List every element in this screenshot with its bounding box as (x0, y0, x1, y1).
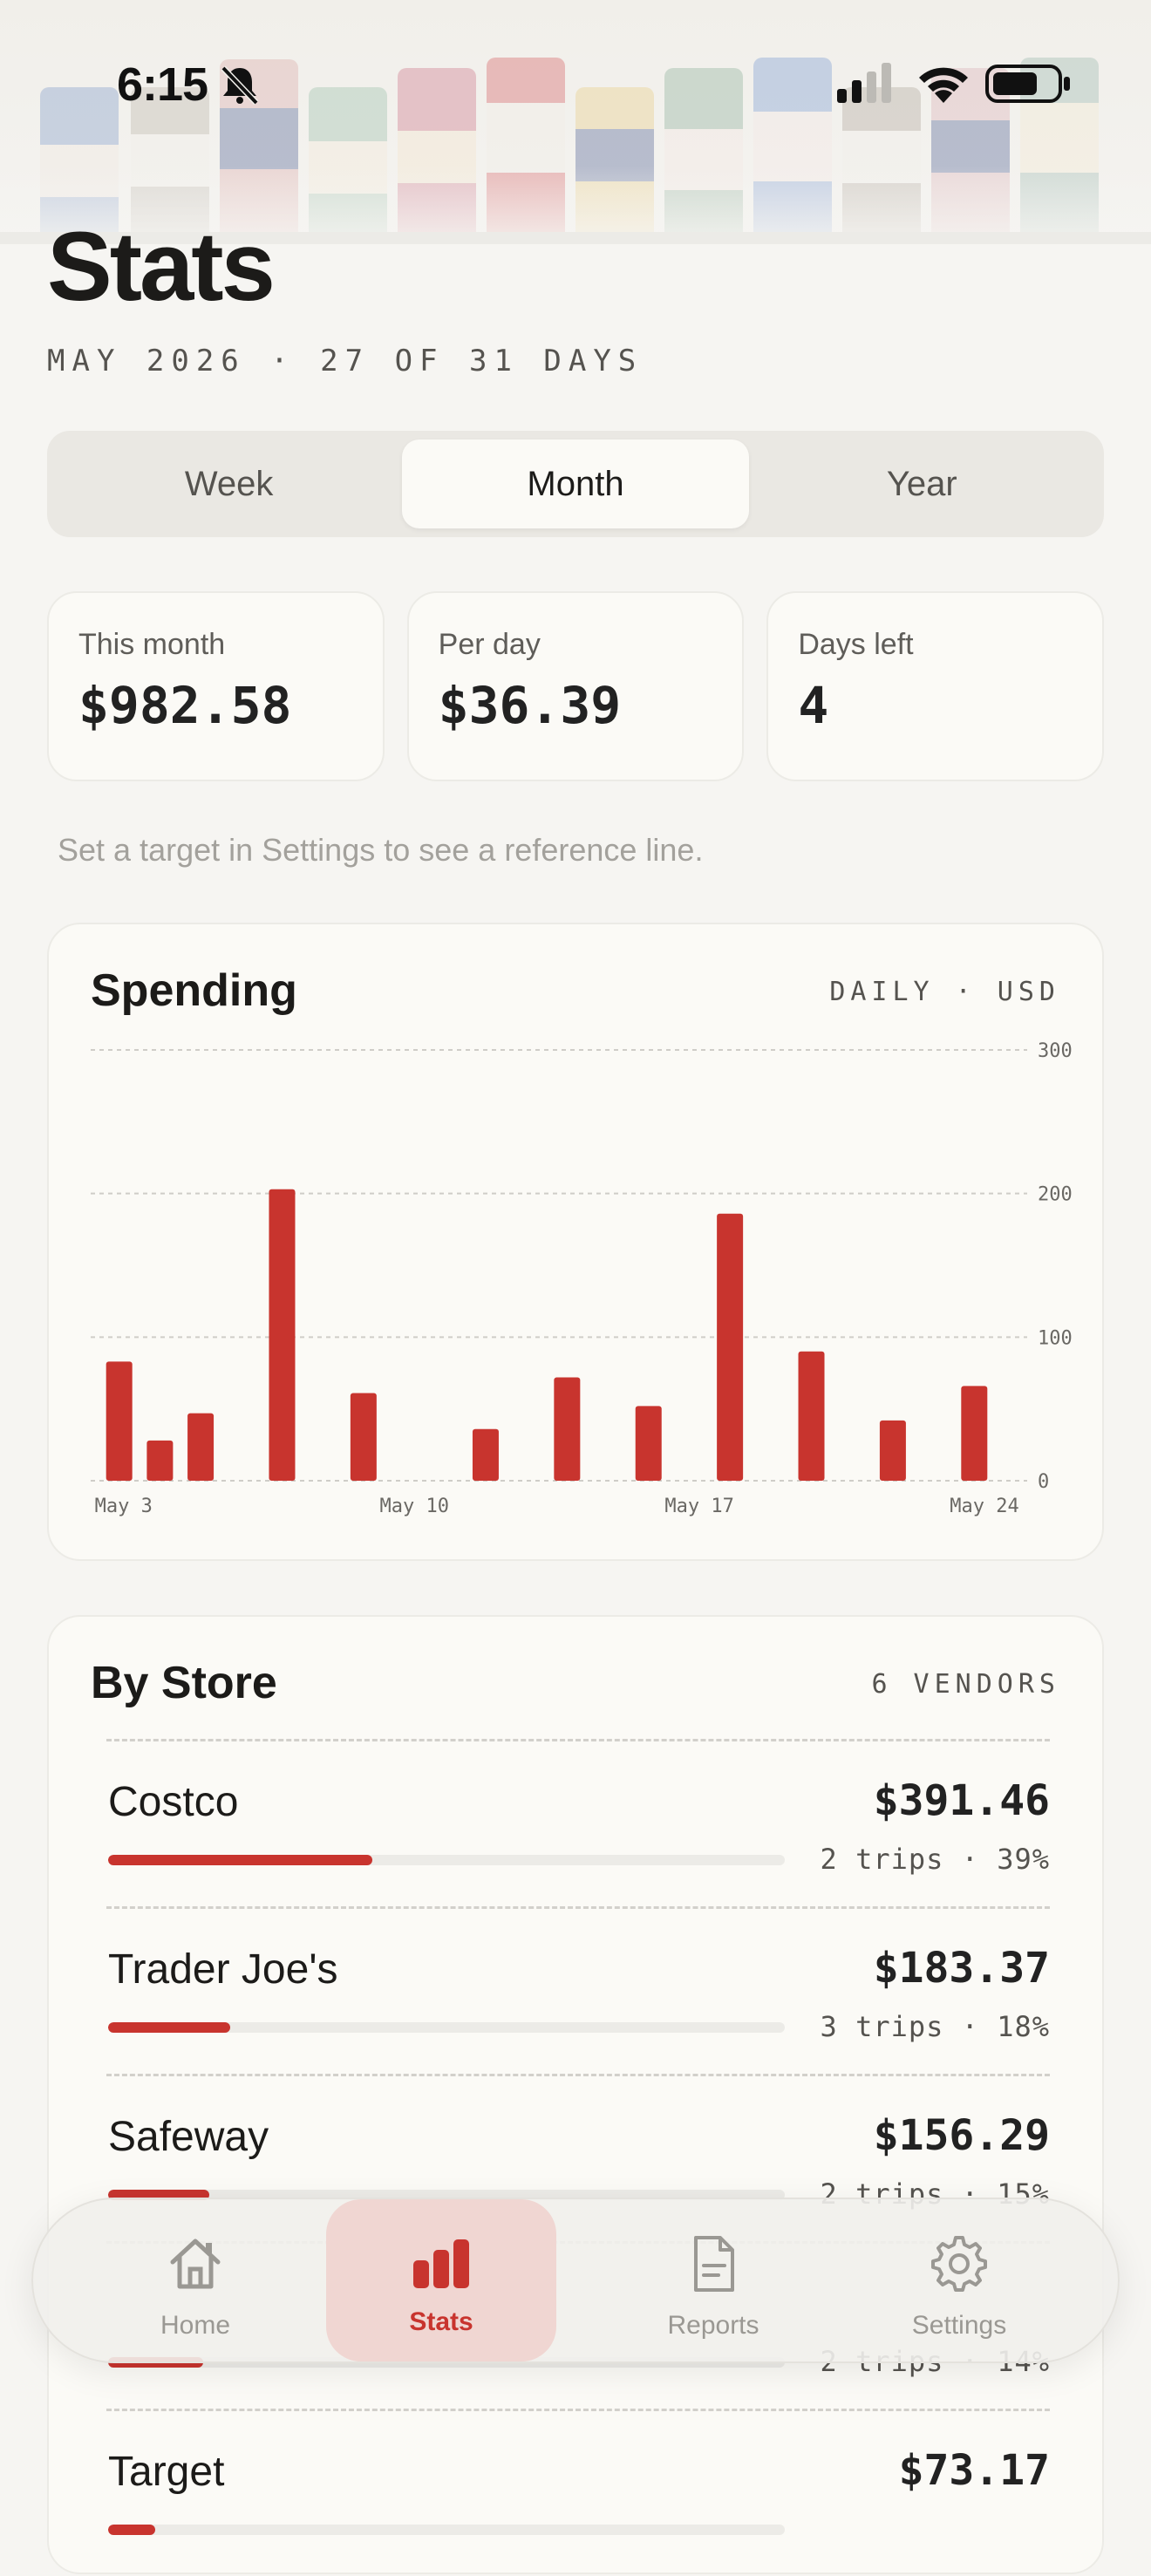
store-amount: $73.17 (898, 2446, 1050, 2495)
summary-label: This month (78, 628, 226, 661)
tab-settings[interactable]: Settings (844, 2199, 1074, 2361)
document-icon (694, 2236, 734, 2292)
summary-value: $982.58 (78, 676, 292, 735)
summary-card-this-month: This month $982.58 (47, 591, 385, 781)
chart-y-tick-label: 100 (1038, 1327, 1073, 1349)
chart-y-tick-label: 300 (1038, 1040, 1073, 1062)
battery-icon (985, 65, 1070, 103)
chart-bar (961, 1386, 988, 1481)
period-segmented-control: Week Month Year (47, 431, 1104, 537)
store-amount: $156.29 (873, 2111, 1050, 2160)
chart-bar (635, 1406, 662, 1481)
chart-y-tick-label: 200 (1038, 1184, 1073, 1206)
spending-meta: DAILY · USD (829, 977, 1060, 1007)
tab-month[interactable]: Month (402, 440, 749, 528)
summary-card-per-day: Per day $36.39 (406, 591, 745, 781)
bar-chart-icon (413, 2239, 469, 2288)
store-name: Trader Joe's (108, 1946, 338, 1993)
chart-bar (879, 1420, 906, 1481)
chart-bar (187, 1413, 215, 1481)
tab-reports[interactable]: Reports (598, 2199, 828, 2361)
by-store-title: By Store (91, 1658, 277, 1708)
gear-icon (931, 2236, 987, 2292)
chart-bar (798, 1351, 825, 1481)
tab-settings-label: Settings (911, 2311, 1007, 2340)
vendor-count: 6 VENDORS (871, 1669, 1060, 1700)
store-amount: $391.46 (873, 1776, 1050, 1825)
store-share-bar (108, 2022, 785, 2033)
store-trips: 2 trips · 39% (820, 1843, 1050, 1876)
tab-reports-label: Reports (667, 2311, 759, 2340)
period-subtitle: MAY 2026 · 27 OF 31 DAYS (47, 344, 644, 378)
tab-year[interactable]: Year (749, 440, 1095, 528)
wifi-icon (919, 67, 968, 103)
house-icon (170, 2239, 221, 2289)
summary-label: Days left (798, 628, 914, 661)
chart-bar (350, 1393, 377, 1481)
spending-title: Spending (91, 965, 297, 1016)
store-row[interactable]: Costco $391.46 2 trips · 39% (106, 1739, 1050, 1906)
spending-panel: 0 100 200 300 May 3 May 10 May 17 May 24 Spendi… (47, 923, 1104, 1561)
store-name: Target (108, 2449, 225, 2495)
bell-muted-icon (221, 65, 259, 105)
store-share-fill (108, 1855, 372, 1865)
store-share-fill (108, 2525, 156, 2535)
chart-y-tick-label: 0 (1038, 1471, 1049, 1493)
summary-value: $36.39 (438, 676, 622, 735)
tab-bar: Home Stats Reports Settings (31, 2198, 1120, 2363)
tab-home-label: Home (160, 2311, 231, 2340)
tab-week[interactable]: Week (56, 440, 402, 528)
cellular-signal-icon (837, 63, 891, 103)
store-trips: 3 trips · 18% (820, 2010, 1050, 2043)
chart-x-tick-label: May 24 (950, 1496, 1018, 1517)
status-time: 6:15 (117, 58, 208, 111)
store-share-fill (108, 2022, 230, 2033)
store-name: Safeway (108, 2114, 269, 2160)
by-store-panel: By Store 6 VENDORS Costco $391.46 2 trips … (47, 1615, 1104, 2574)
tab-stats-label: Stats (409, 2307, 473, 2336)
chart-bar (472, 1428, 499, 1481)
chart-bar (146, 1440, 174, 1481)
chart-x-tick-label: May 10 (380, 1496, 449, 1517)
store-share-bar (108, 1855, 785, 1865)
tab-stats[interactable]: Stats (326, 2199, 556, 2361)
store-row[interactable]: Target $73.17 (106, 2409, 1050, 2576)
store-share-bar (108, 2525, 785, 2535)
summary-label: Per day (438, 628, 541, 661)
store-row[interactable]: Trader Joe's $183.37 3 trips · 18% (106, 1906, 1050, 2074)
page-title: Stats (47, 212, 276, 321)
chart-x-tick-label: May 17 (664, 1496, 733, 1517)
summary-card-days-left: Days left 4 (766, 591, 1105, 781)
spending-chart: 0 100 200 300 May 3 May 10 May 17 May 24 (91, 1040, 1073, 1517)
chart-bar (106, 1361, 133, 1481)
summary-cards: This month $982.58 Per day $36.39 Days l… (47, 591, 1105, 781)
summary-value: 4 (798, 676, 829, 735)
store-amount: $183.37 (873, 1944, 1050, 1993)
chart-bar (554, 1377, 581, 1481)
chart-bar (269, 1189, 296, 1481)
store-list: Costco $391.46 2 trips · 39% Trader Joe's $1… (106, 1739, 1050, 2576)
store-name: Costco (108, 1779, 239, 1825)
tab-home[interactable]: Home (80, 2199, 310, 2361)
header-illustration: 6:15 (0, 0, 1151, 244)
chart-bar (717, 1213, 744, 1481)
target-hint: Set a target in Settings to see a refere… (58, 832, 704, 868)
chart-x-tick-label: May 3 (95, 1496, 153, 1517)
